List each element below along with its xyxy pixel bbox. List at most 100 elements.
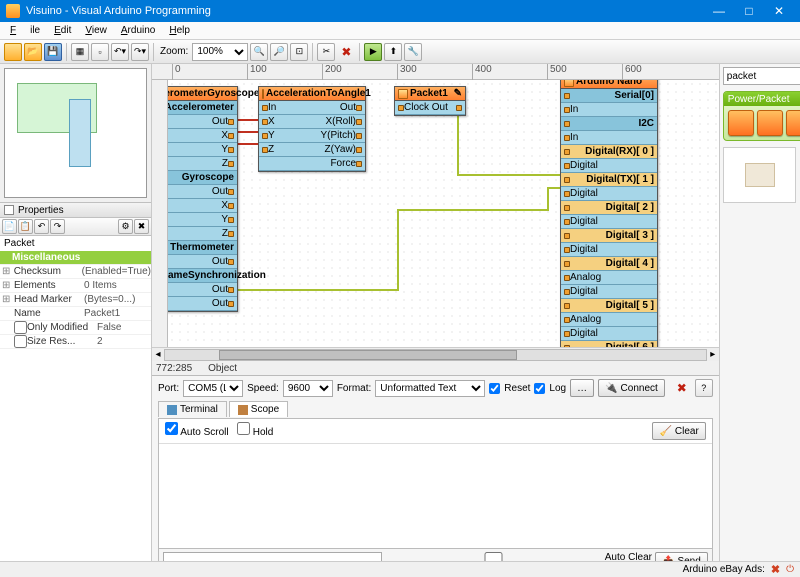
canvas-status: 772:285 Object [152,361,719,375]
serial-terminal: Auto Scroll Hold 🧹Clear Auto Clear 📤Send [158,418,713,574]
node-arduino-nano[interactable]: Arduino Nano Serial[0]InI2CInDigital(RX)… [560,80,658,347]
overview-panel[interactable] [4,68,147,198]
new-button[interactable] [4,43,22,61]
prop-btn-3[interactable]: ↶ [34,219,49,234]
panel-pin-icon[interactable] [4,205,14,215]
window-title: Visuino - Visual Arduino Programming [26,5,704,17]
search-input[interactable] [723,67,800,85]
prop-btn-4[interactable]: ↷ [50,219,65,234]
serial-close-button[interactable]: ✖ [673,379,691,397]
delete-button[interactable]: ✖ [337,43,355,61]
app-icon [6,4,20,18]
prop-row[interactable]: Size Res...2 [0,335,151,349]
reset-checkbox[interactable] [489,383,500,394]
prop-row[interactable]: NamePacket1 [0,307,151,321]
hold-checkbox[interactable] [237,422,250,435]
serial-help-button[interactable]: ? [695,379,713,397]
zoom-select[interactable]: 100% [192,43,248,61]
properties-grid[interactable]: Miscellaneous ⊞Checksum(Enabled=True)⊞El… [0,251,151,577]
category-title[interactable]: Power/Packet [724,92,800,106]
prop-row[interactable]: ⊞Head Marker(Bytes=0...) [0,293,151,307]
pin[interactable] [456,105,462,111]
component-palette: ✖ 👤 ⬇ 📦 ⋮ Power/Packet [719,64,800,577]
prop-group[interactable]: Miscellaneous [0,251,151,265]
footer-bar: Arduino eBay Ads: ✖ ⏻ [0,561,800,577]
redo-button[interactable]: ↷▾ [131,43,149,61]
ads-label: Arduino eBay Ads: [683,564,765,575]
prop-btn-5[interactable]: ⚙ [118,219,133,234]
minimize-button[interactable]: — [704,0,734,22]
upload-button[interactable]: ⬆ [384,43,402,61]
clear-button[interactable]: 🧹Clear [652,422,705,440]
terminal-icon [167,405,177,415]
zoom-in-button[interactable]: 🔍 [250,43,268,61]
prop-row[interactable]: ⊞Elements0 Items [0,279,151,293]
menu-file[interactable]: File [4,23,46,38]
node-packet[interactable]: Packet1✎ Clock Out [394,86,466,116]
packet-icon [398,89,408,99]
left-panel: Properties 📄 📋 ↶ ↷ ⚙ ✖ Packet Miscellane… [0,64,152,577]
prop-btn-6[interactable]: ✖ [134,219,149,234]
close-button[interactable]: ✕ [764,0,794,22]
port-select[interactable]: COM5 (L [183,380,243,397]
zoom-out-button[interactable]: 🔎 [270,43,288,61]
ads-power-button[interactable]: ⏻ [786,564,794,575]
cut-button[interactable]: ✂ [317,43,335,61]
save-button[interactable]: 💾 [44,43,62,61]
content-area: Properties 📄 📋 ↶ ↷ ⚙ ✖ Packet Miscellane… [0,64,800,577]
board-icon [564,80,574,87]
speed-select[interactable]: 9600 [283,380,333,397]
component-3[interactable] [786,110,800,136]
preview-row [720,144,800,206]
open-button[interactable]: 📂 [24,43,42,61]
board-button[interactable]: 🔧 [404,43,422,61]
maximize-button[interactable]: □ [734,0,764,22]
grid-button[interactable]: ▦ [71,43,89,61]
ads-close-button[interactable]: ✖ [771,563,780,576]
zoom-fit-button[interactable]: ⊡ [290,43,308,61]
menu-view[interactable]: View [79,23,113,38]
menu-arduino[interactable]: Arduino [115,23,161,38]
node-acceleration-to-angle[interactable]: AccelerationToAngle1 InOutXX(Roll)YY(Pit… [258,86,366,172]
connect-button[interactable]: 🔌Connect [598,379,665,397]
packet-label: Packet [0,236,151,251]
undo-button[interactable]: ↶▾ [111,43,129,61]
run-button[interactable]: ▶ [364,43,382,61]
canvas-hscroll[interactable]: ◂ ▸ [152,347,719,361]
prop-btn-1[interactable]: 📄 [2,219,17,234]
main-toolbar: 📂 💾 ▦ ▫ ↶▾ ↷▾ Zoom: 100% 🔍 🔎 ⊡ ✂ ✖ ▶ ⬆ 🔧 [0,40,800,64]
autoscroll-checkbox[interactable] [165,422,178,435]
prop-btn-2[interactable]: 📋 [18,219,33,234]
serial-panel: Port: COM5 (L Speed: 9600 Format: Unform… [152,375,719,577]
component-1[interactable] [728,110,754,136]
component-2[interactable] [757,110,783,136]
preview-1[interactable] [723,147,797,203]
log-checkbox[interactable] [534,383,545,394]
tab-scope[interactable]: Scope [229,401,288,417]
serial-tabs: Terminal Scope [158,401,713,417]
canvas-area: 0100200300400500600 elerometerGyroscope1… [152,64,719,577]
angle-icon [262,89,264,99]
properties-toolbar: 📄 📋 ↶ ↷ ⚙ ✖ [0,218,151,236]
tab-terminal[interactable]: Terminal [158,401,227,417]
menu-edit[interactable]: Edit [48,23,77,38]
speed-label: Speed: [247,383,279,394]
design-canvas[interactable]: elerometerGyroscope1 AccelerometerOutXYZ… [168,80,719,347]
prop-row[interactable]: ⊞Checksum(Enabled=True) [0,265,151,279]
scope-icon [238,405,248,415]
log-path-button[interactable]: … [570,379,594,397]
properties-header: Properties [0,202,151,218]
window-titlebar: Visuino - Visual Arduino Programming — □… [0,0,800,22]
ruler-horizontal: 0100200300400500600 [152,64,719,80]
port-label: Port: [158,383,179,394]
prop-row[interactable]: Only ModifiedFalse [0,321,151,335]
node-accelerometer-gyro[interactable]: elerometerGyroscope1 AccelerometerOutXYZ… [168,86,238,312]
terminal-output[interactable] [159,444,712,548]
category-panel: Power/Packet [723,91,800,141]
zoom-label: Zoom: [160,46,188,57]
snap-button[interactable]: ▫ [91,43,109,61]
menu-help[interactable]: Help [163,23,196,38]
menu-bar: File Edit View Arduino Help [0,22,800,40]
format-label: Format: [337,383,371,394]
format-select[interactable]: Unformatted Text [375,380,485,397]
